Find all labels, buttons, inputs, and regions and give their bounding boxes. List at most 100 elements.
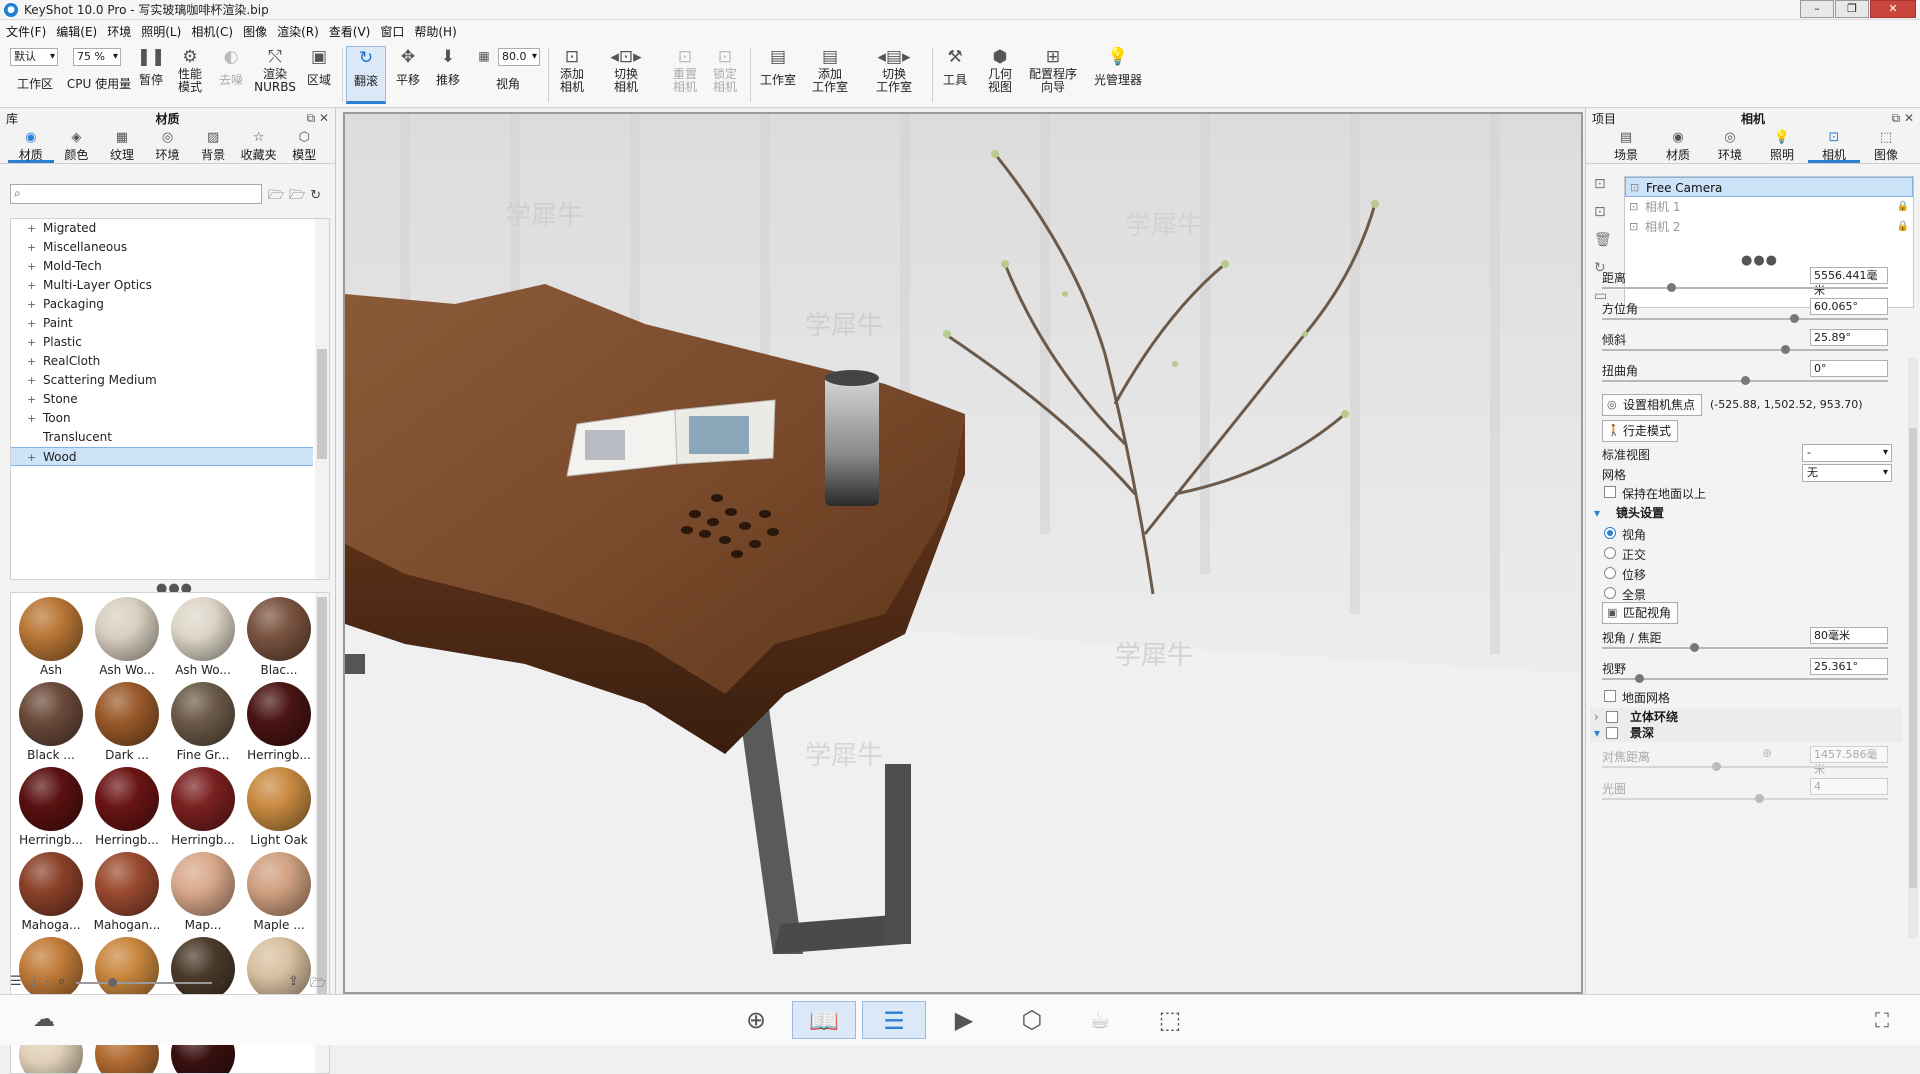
match-perspective-button[interactable]: ▣ 匹配视角: [1602, 602, 1679, 624]
render-button[interactable]: ☕: [1080, 1001, 1120, 1039]
tree-item-paint[interactable]: + Paint: [11, 314, 329, 333]
material-thumbnail[interactable]: Black ...: [13, 680, 89, 764]
tree-item-mold-tech[interactable]: + Mold-Tech: [11, 257, 329, 276]
twist-input[interactable]: 0°: [1810, 360, 1888, 377]
set-camera-focus-button[interactable]: ◎ 设置相机焦点: [1602, 394, 1703, 416]
tree-item-scattering-medium[interactable]: + Scattering Medium: [11, 371, 329, 390]
tab-scene[interactable]: ▤ 场景: [1600, 128, 1652, 163]
camera-item-2[interactable]: ⊡ 相机 2 🔒: [1625, 217, 1913, 237]
tab-model[interactable]: ⬡ 模型: [281, 128, 327, 163]
tab-image[interactable]: ⬚ 图像: [1860, 128, 1912, 163]
material-thumbnail[interactable]: Fine Gr...: [165, 680, 241, 764]
menu-window[interactable]: 窗口: [380, 23, 404, 40]
tumble-button[interactable]: ↻ 翻滚: [346, 46, 386, 104]
switch-studio-button[interactable]: ◂▤▸ 切换 工作室: [864, 46, 924, 104]
folder-icon[interactable]: 🗁: [310, 974, 326, 996]
material-thumbnail[interactable]: Mahoga...: [13, 850, 89, 934]
thumbnail-size-knob[interactable]: [108, 978, 117, 987]
render-nurbs-button[interactable]: ⤲ 渲染 NURBS: [254, 46, 296, 104]
field-of-view-input[interactable]: 25.361°: [1810, 658, 1888, 675]
maximize-button[interactable]: ❐: [1835, 0, 1869, 18]
minimize-button[interactable]: –: [1800, 0, 1834, 18]
depth-of-field-header[interactable]: ▾ 景深: [1590, 724, 1902, 742]
aperture-slider[interactable]: [1602, 794, 1888, 803]
tree-item-realcloth[interactable]: + RealCloth: [11, 352, 329, 371]
dolly-button[interactable]: ⬇ 推移: [430, 46, 466, 104]
cloud-library-icon[interactable]: ☁: [24, 1001, 64, 1039]
ground-grid-checkbox[interactable]: [1604, 690, 1616, 702]
menu-render[interactable]: 渲染(R): [277, 23, 319, 40]
menu-environment[interactable]: 环境: [107, 23, 131, 40]
fov-focal-slider[interactable]: [1602, 643, 1888, 652]
distance-slider[interactable]: [1602, 283, 1888, 292]
tree-item-multi-layer-optics[interactable]: + Multi-Layer Optics: [11, 276, 329, 295]
thumbnail-size-slider[interactable]: [76, 982, 212, 984]
library-folder-tools[interactable]: 🗁🗁↻: [268, 186, 326, 208]
material-thumbnail[interactable]: Herringb...: [165, 765, 241, 849]
list-view-icon[interactable]: ☰: [10, 974, 22, 989]
fov-input[interactable]: 80.0: [498, 48, 540, 66]
reset-camera-button[interactable]: ⊡ 重置 相机: [668, 46, 702, 104]
focus-distance-slider[interactable]: [1602, 762, 1888, 771]
tab-color[interactable]: ◈ 颜色: [54, 128, 100, 163]
project-button[interactable]: ☰: [862, 1001, 926, 1039]
fov-focal-input[interactable]: 80毫米: [1810, 627, 1888, 644]
library-search-input[interactable]: ⌕: [10, 184, 262, 204]
tab-material[interactable]: ◉ 材质: [1652, 128, 1704, 163]
camera-item-free[interactable]: ⊡ Free Camera: [1625, 177, 1913, 197]
denoise-button[interactable]: ◐ 去噪: [214, 46, 248, 104]
lens-shift-radio[interactable]: [1604, 567, 1616, 579]
focus-distance-input[interactable]: 1457.586毫米: [1810, 746, 1888, 776]
animation-button[interactable]: ▶: [944, 1001, 984, 1039]
tree-item-plastic[interactable]: + Plastic: [11, 333, 329, 352]
light-manager-button[interactable]: 💡 光管理器: [1090, 46, 1146, 104]
grid-view-icon[interactable]: ⋮⋮: [28, 974, 54, 989]
delete-camera-icon[interactable]: 🗑: [1594, 232, 1614, 260]
workspace-select[interactable]: 默认: [10, 48, 58, 66]
keep-above-ground-checkbox[interactable]: [1604, 486, 1616, 498]
import-button[interactable]: ⊕: [736, 1001, 776, 1039]
material-thumbnail[interactable]: Dark ...: [89, 680, 165, 764]
tab-texture[interactable]: ▦ 纹理: [99, 128, 145, 163]
geometry-view-button[interactable]: ⬢ 几何 视图: [982, 46, 1018, 104]
azimuth-slider[interactable]: [1602, 314, 1888, 323]
distance-input[interactable]: 5556.441毫米: [1810, 267, 1888, 297]
aperture-input[interactable]: 4: [1810, 778, 1888, 795]
lens-panoramic-radio[interactable]: [1604, 587, 1616, 599]
material-thumbnail[interactable]: Mahogan...: [89, 850, 165, 934]
switch-camera-button[interactable]: ◂⊡▸ 切换 相机: [600, 46, 652, 104]
library-button[interactable]: 📖: [792, 1001, 856, 1039]
menu-lighting[interactable]: 照明(L): [141, 23, 181, 40]
upload-icon[interactable]: ⇪: [288, 974, 299, 989]
properties-scrollbar[interactable]: [1908, 358, 1918, 938]
material-thumbnail[interactable]: Light Oak: [241, 765, 317, 849]
add-studio-button[interactable]: ▤ 添加 工作室: [808, 46, 852, 104]
add-camera-icon[interactable]: ⊡: [1594, 176, 1614, 204]
tools-button[interactable]: ⚒ 工具: [938, 46, 972, 104]
incline-input[interactable]: 25.89°: [1810, 329, 1888, 346]
tab-environment[interactable]: ◎ 环境: [145, 128, 191, 163]
close-button[interactable]: ✕: [1870, 0, 1916, 18]
material-thumbnail[interactable]: Maple ...: [241, 850, 317, 934]
material-thumbnail[interactable]: Map...: [165, 850, 241, 934]
tree-item-toon[interactable]: + Toon: [11, 409, 329, 428]
lens-perspective-radio[interactable]: [1604, 527, 1616, 539]
lock-camera-button[interactable]: ⊡ 锁定 相机: [708, 46, 742, 104]
tree-item-migrated[interactable]: + Migrated: [11, 219, 329, 238]
tab-environment[interactable]: ◎ 环境: [1704, 128, 1756, 163]
material-thumbnail[interactable]: Ash: [13, 595, 89, 679]
configurator-wizard-button[interactable]: ⊞ 配置程序 向导: [1026, 46, 1080, 104]
tab-lighting[interactable]: 💡 照明: [1756, 128, 1808, 163]
material-thumbnail[interactable]: Herringb...: [89, 765, 165, 849]
tree-item-translucent[interactable]: Translucent: [11, 428, 329, 447]
lens-settings-header[interactable]: ▾ 镜头设置: [1590, 504, 1902, 522]
fullscreen-icon[interactable]: ⛶: [1862, 1001, 1902, 1039]
field-of-view-slider[interactable]: [1602, 674, 1888, 683]
tree-item-stone[interactable]: + Stone: [11, 390, 329, 409]
focus-target-icon[interactable]: ⊕: [1762, 746, 1772, 760]
tab-material[interactable]: ◉ 材质: [8, 128, 54, 163]
tab-favorites[interactable]: ☆ 收藏夹: [236, 128, 282, 163]
pause-button[interactable]: ❚❚ 暂停: [134, 46, 168, 104]
standard-view-select[interactable]: -: [1802, 444, 1892, 462]
menu-image[interactable]: 图像: [243, 23, 267, 40]
